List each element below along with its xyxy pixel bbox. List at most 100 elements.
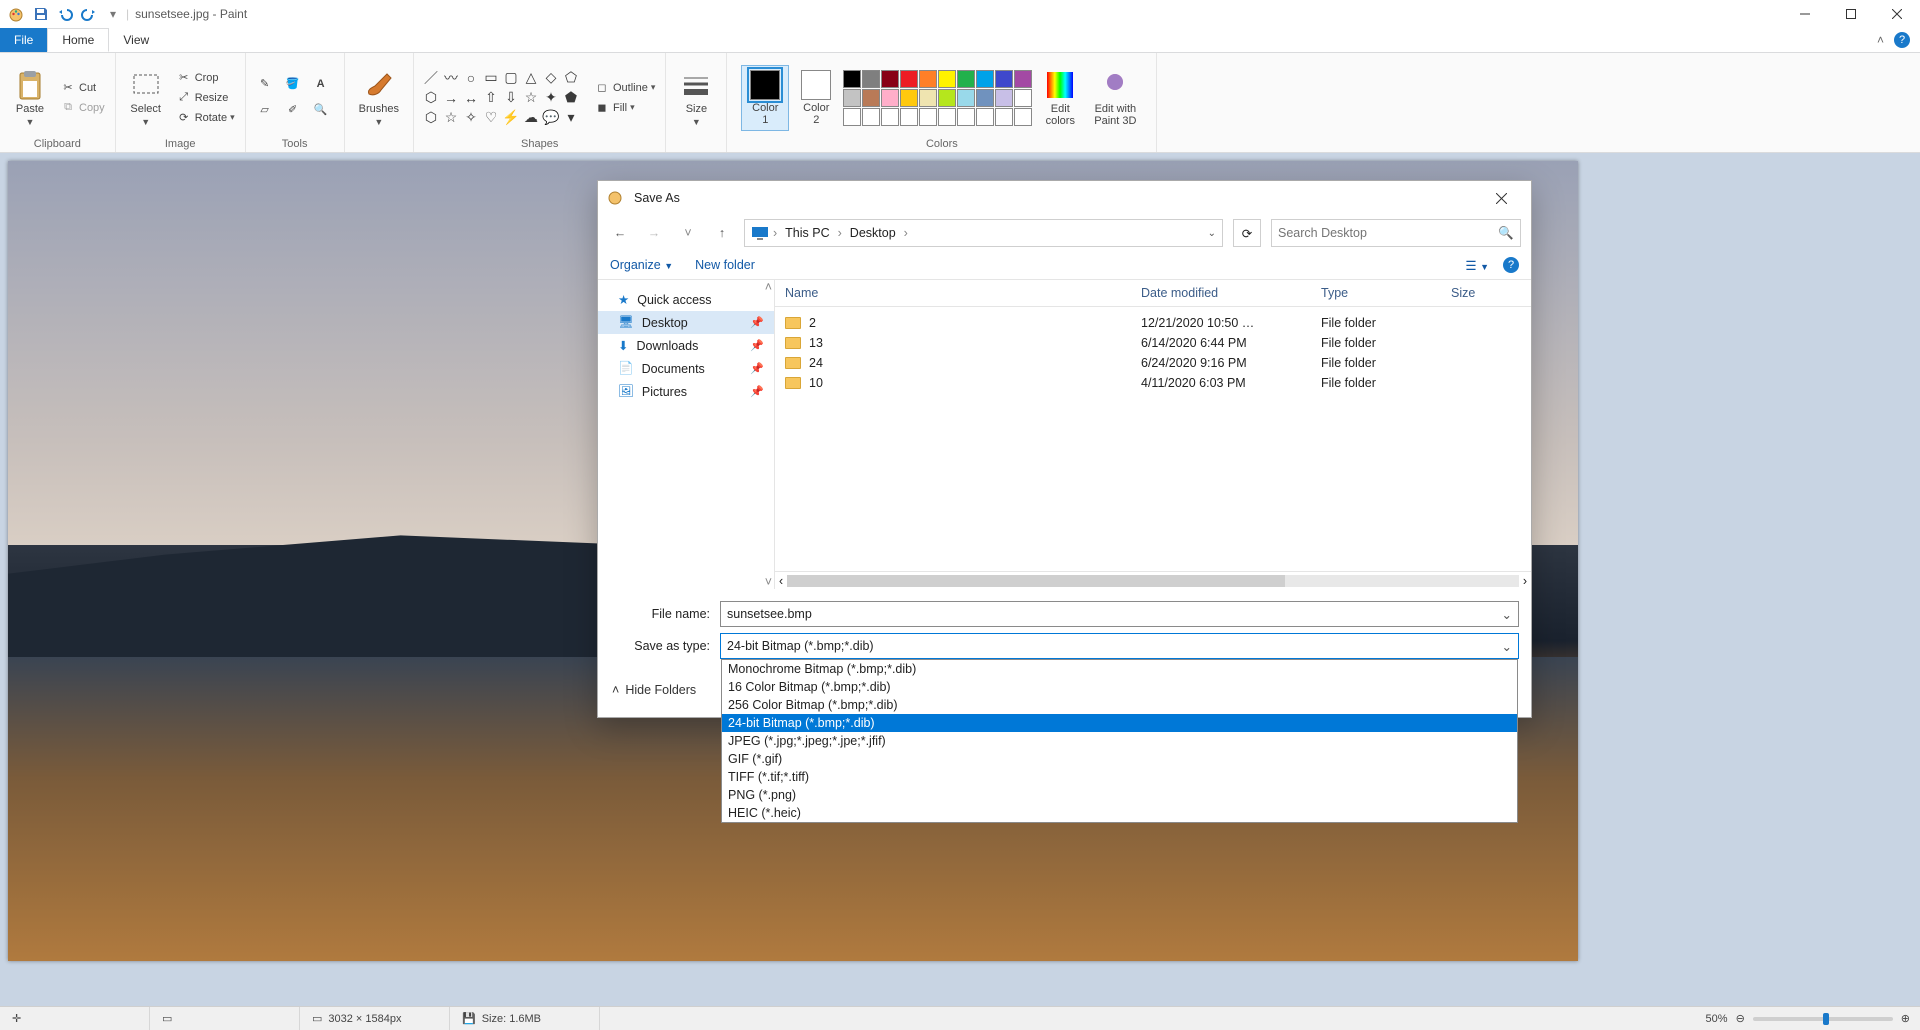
color-swatch[interactable] <box>957 70 975 88</box>
color-swatch-empty[interactable] <box>862 108 880 126</box>
paint3d-button[interactable]: Edit with Paint 3D <box>1088 65 1142 131</box>
shapes-gallery[interactable]: ／〰○▭▢△◇⬠ ⬡→↔⇧⇩☆✦⬟ ⬡☆✧♡⚡☁💬▾ <box>422 69 580 127</box>
savetype-option[interactable]: PNG (*.png) <box>722 786 1517 804</box>
savetype-option[interactable]: 256 Color Bitmap (*.bmp;*.dib) <box>722 696 1517 714</box>
window-minimize-button[interactable] <box>1782 0 1828 28</box>
color-swatch[interactable] <box>843 89 861 107</box>
nav-back-button[interactable]: ← <box>608 221 632 245</box>
breadcrumb-dropdown-icon[interactable]: ⌄ <box>1208 228 1216 239</box>
savetype-option[interactable]: Monochrome Bitmap (*.bmp;*.dib) <box>722 660 1517 678</box>
ribbon-collapse-icon[interactable]: ˄ <box>1877 33 1884 47</box>
search-input[interactable] <box>1278 226 1498 240</box>
color-swatch[interactable] <box>919 70 937 88</box>
search-box[interactable]: 🔍 <box>1271 219 1521 247</box>
file-list[interactable]: 212/21/2020 10:50 …File folder136/14/202… <box>775 307 1531 571</box>
tab-file[interactable]: File <box>0 28 47 52</box>
zoom-out-button[interactable]: ⊖ <box>1736 1012 1745 1025</box>
scroll-right-icon[interactable]: › <box>1523 574 1527 588</box>
tree-item-documents[interactable]: 📄Documents📌 <box>598 357 774 380</box>
text-icon[interactable]: A <box>310 73 332 95</box>
savetype-combobox[interactable]: 24-bit Bitmap (*.bmp;*.dib) ⌄ Monochrome… <box>720 633 1519 659</box>
color-swatch[interactable] <box>995 89 1013 107</box>
chevron-down-icon[interactable]: ⌄ <box>1502 639 1512 654</box>
edit-colors-button[interactable]: Edit colors <box>1038 65 1082 131</box>
color-swatch[interactable] <box>938 89 956 107</box>
color-swatch[interactable] <box>862 89 880 107</box>
window-close-button[interactable] <box>1874 0 1920 28</box>
color-swatch-empty[interactable] <box>938 108 956 126</box>
shape-outline-button[interactable]: ◻Outline ▾ <box>592 79 657 97</box>
file-row[interactable]: 136/14/2020 6:44 PMFile folder <box>785 333 1521 353</box>
resize-button[interactable]: ⤢Resize <box>174 89 237 107</box>
tree-scroll-down-icon[interactable]: ˅ <box>765 575 772 589</box>
tree-scroll-up-icon[interactable]: ˄ <box>765 280 772 294</box>
color-swatch-empty[interactable] <box>1014 108 1032 126</box>
hide-folders-button[interactable]: ˄Hide Folders <box>612 683 696 697</box>
file-row[interactable]: 246/24/2020 9:16 PMFile folder <box>785 353 1521 373</box>
savetype-option[interactable]: TIFF (*.tif;*.tiff) <box>722 768 1517 786</box>
savetype-option[interactable]: GIF (*.gif) <box>722 750 1517 768</box>
color-swatch-empty[interactable] <box>957 108 975 126</box>
color-swatch[interactable] <box>976 89 994 107</box>
color-swatch[interactable] <box>938 70 956 88</box>
savetype-option[interactable]: 24-bit Bitmap (*.bmp;*.dib) <box>722 714 1517 732</box>
file-row[interactable]: 104/11/2020 6:03 PMFile folder <box>785 373 1521 393</box>
dialog-help-icon[interactable]: ? <box>1503 257 1519 273</box>
color-swatch[interactable] <box>881 89 899 107</box>
view-options-button[interactable]: ☰ ▼ <box>1465 258 1489 273</box>
cut-button[interactable]: ✂Cut <box>58 79 107 97</box>
color-swatch-empty[interactable] <box>919 108 937 126</box>
shape-fill-button[interactable]: ◼Fill ▾ <box>592 99 657 117</box>
scroll-left-icon[interactable]: ‹ <box>779 574 783 588</box>
filename-input[interactable]: sunsetsee.bmp ⌄ <box>720 601 1519 627</box>
color-swatch[interactable] <box>957 89 975 107</box>
color-swatch[interactable] <box>976 70 994 88</box>
folder-tree[interactable]: ˄ ★Quick access🖥Desktop📌⬇Downloads📌📄Docu… <box>598 280 775 589</box>
new-folder-button[interactable]: New folder <box>695 258 755 272</box>
tree-item-desktop[interactable]: 🖥Desktop📌 <box>598 311 774 334</box>
savetype-dropdown-list[interactable]: Monochrome Bitmap (*.bmp;*.dib)16 Color … <box>721 659 1518 823</box>
savetype-option[interactable]: HEIC (*.heic) <box>722 804 1517 822</box>
color-swatch-empty[interactable] <box>995 108 1013 126</box>
eraser-icon[interactable]: ▱ <box>254 99 276 121</box>
tree-item-quick-access[interactable]: ★Quick access <box>598 288 774 311</box>
qa-save-icon[interactable] <box>30 3 52 25</box>
qa-redo-icon[interactable] <box>78 3 100 25</box>
tab-view[interactable]: View <box>109 28 163 52</box>
file-list-hscroll[interactable]: ‹ › <box>775 571 1531 589</box>
bucket-icon[interactable]: 🪣 <box>282 73 304 95</box>
file-row[interactable]: 212/21/2020 10:50 …File folder <box>785 313 1521 333</box>
color-swatch[interactable] <box>862 70 880 88</box>
color1-button[interactable]: Color 1 <box>741 65 789 131</box>
pencil-icon[interactable]: ✎ <box>254 73 276 95</box>
color-swatch[interactable] <box>995 70 1013 88</box>
nav-up-button[interactable]: ↑ <box>710 221 734 245</box>
color-swatch[interactable] <box>900 89 918 107</box>
zoom-slider[interactable] <box>1753 1017 1893 1021</box>
color-swatch[interactable] <box>919 89 937 107</box>
qa-customize-icon[interactable]: ▾ <box>102 3 124 25</box>
help-icon[interactable]: ? <box>1894 32 1910 48</box>
color-swatch-empty[interactable] <box>843 108 861 126</box>
tab-home[interactable]: Home <box>47 28 109 52</box>
rotate-button[interactable]: ⟳Rotate ▾ <box>174 109 237 127</box>
color-swatch[interactable] <box>1014 89 1032 107</box>
brushes-button[interactable]: Brushes ▼ <box>353 65 405 131</box>
refresh-button[interactable]: ⟳ <box>1233 219 1261 247</box>
crop-button[interactable]: ✂Crop <box>174 69 237 87</box>
eyedropper-icon[interactable]: ✐ <box>282 99 304 121</box>
color-swatch[interactable] <box>900 70 918 88</box>
zoom-in-button[interactable]: ⊕ <box>1901 1012 1910 1025</box>
nav-recent-chevron-icon[interactable]: ˅ <box>676 221 700 245</box>
organize-button[interactable]: Organize ▼ <box>610 258 673 272</box>
magnifier-icon[interactable]: 🔍 <box>310 99 332 121</box>
filename-history-icon[interactable]: ⌄ <box>1502 607 1512 622</box>
nav-forward-button[interactable]: → <box>642 221 666 245</box>
size-button[interactable]: Size ▼ <box>674 65 718 131</box>
paste-button[interactable]: Paste ▼ <box>8 65 52 131</box>
file-list-header[interactable]: Name Date modified Type Size <box>775 280 1531 307</box>
select-button[interactable]: Select ▼ <box>124 65 168 131</box>
color-swatch-empty[interactable] <box>900 108 918 126</box>
color-swatch[interactable] <box>843 70 861 88</box>
tree-item-downloads[interactable]: ⬇Downloads📌 <box>598 334 774 357</box>
